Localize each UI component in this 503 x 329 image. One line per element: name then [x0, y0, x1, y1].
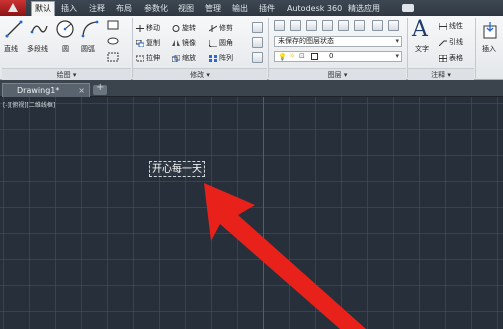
layers-panel-title[interactable]: 图层 ▾ — [269, 68, 406, 80]
insert-label: 插入 — [482, 45, 496, 53]
table-tool[interactable]: 表格 — [439, 53, 463, 64]
ribbon: 直线 多段线 圆 圆弧 绘图 ▾ 移动 旋转 修剪 复制 镜像 圆角 拉伸 缩放… — [0, 16, 503, 80]
linear-dimension-icon — [439, 23, 447, 30]
new-drawing-tab-button[interactable] — [93, 82, 107, 95]
layer-state-dropdown[interactable]: 未保存的图层状态 — [274, 36, 402, 47]
copy-icon — [136, 40, 144, 47]
polyline-icon[interactable] — [30, 20, 48, 38]
drawing-tab-label: Drawing1* — [17, 86, 60, 95]
rotate-label: 旋转 — [182, 24, 196, 32]
line-icon[interactable] — [5, 20, 23, 38]
leader-icon — [439, 40, 447, 46]
layer-icon[interactable] — [338, 20, 349, 31]
fillet-tool[interactable]: 圆角 — [209, 38, 233, 49]
circle-label: 圆 — [62, 45, 69, 53]
line-label: 直线 — [4, 45, 18, 53]
mirror-icon — [172, 40, 180, 46]
arc-label: 圆弧 — [81, 45, 95, 53]
array-label: 阵列 — [219, 54, 233, 62]
menu-bar: 默认 插入 注释 布局 参数化 视图 管理 输出 插件 Autodesk 360… — [0, 0, 503, 16]
text-big-icon[interactable]: A — [412, 18, 428, 42]
copy-tool[interactable]: 复制 — [136, 38, 160, 49]
layer-properties-icon[interactable] — [274, 20, 285, 31]
trim-tool[interactable]: 修剪 — [209, 23, 233, 34]
erase-icon[interactable] — [252, 22, 263, 33]
tab-parametric[interactable]: 参数化 — [141, 2, 171, 16]
table-icon — [439, 55, 447, 62]
explode-icon[interactable] — [252, 37, 263, 48]
stretch-label: 拉伸 — [146, 54, 160, 62]
tab-autodesk-360[interactable]: Autodesk 360 — [284, 2, 345, 16]
application-menu-button[interactable] — [0, 0, 26, 16]
array-icon — [209, 55, 217, 62]
layer-icon[interactable] — [354, 20, 365, 31]
sun-icon: ☼ — [289, 52, 296, 60]
scale-label: 缩放 — [182, 54, 196, 62]
mirror-label: 镜像 — [182, 39, 196, 47]
tab-layout[interactable]: 布局 — [113, 2, 135, 16]
arc-icon[interactable] — [81, 20, 99, 38]
tab-output[interactable]: 输出 — [229, 2, 251, 16]
scale-icon — [172, 55, 180, 62]
stretch-tool[interactable]: 拉伸 — [136, 53, 160, 64]
tab-insert[interactable]: 插入 — [58, 2, 80, 16]
text-label: 文字 — [415, 45, 429, 53]
modify-panel-title[interactable]: 修改 ▾ — [133, 68, 267, 80]
tab-view[interactable]: 视图 — [175, 2, 197, 16]
scale-tool[interactable]: 缩放 — [172, 53, 196, 64]
close-icon[interactable]: × — [78, 84, 85, 97]
tab-default[interactable]: 默认 — [31, 1, 55, 16]
tab-plugins[interactable]: 插件 — [256, 2, 278, 16]
current-layer-label: 0 — [329, 52, 334, 60]
array-tool[interactable]: 阵列 — [209, 53, 233, 64]
layer-icon[interactable] — [388, 20, 399, 31]
red-arrow-annotation — [204, 183, 366, 329]
copy-label: 复制 — [146, 39, 160, 47]
leader-tool[interactable]: 引线 — [439, 37, 463, 48]
trim-icon — [209, 25, 217, 32]
offset-icon[interactable] — [252, 52, 263, 63]
rotate-tool[interactable]: 旋转 — [172, 23, 196, 34]
bulb-icon: 💡 — [278, 53, 287, 61]
fillet-label: 圆角 — [219, 39, 233, 47]
leader-label: 引线 — [449, 38, 463, 46]
rotate-icon — [172, 25, 180, 32]
arrow-shape — [204, 183, 366, 329]
file-tab-bar: Drawing1* × — [0, 80, 503, 97]
layer-icon[interactable] — [372, 20, 383, 31]
layer-icon[interactable] — [290, 20, 301, 31]
layer-icon[interactable] — [322, 20, 333, 31]
linear-dimension-tool[interactable]: 线性 — [439, 21, 463, 32]
mirror-tool[interactable]: 镜像 — [172, 38, 196, 49]
color-swatch-icon — [311, 53, 318, 60]
trim-label: 修剪 — [219, 24, 233, 32]
layer-icon[interactable] — [306, 20, 317, 31]
annotation-panel-title[interactable]: 注释 ▾ — [408, 68, 474, 80]
tab-manage[interactable]: 管理 — [202, 2, 224, 16]
current-layer-dropdown[interactable]: 💡 ☼ ⊡ 0 — [274, 51, 402, 62]
linear-label: 线性 — [449, 22, 463, 30]
tab-featured-apps[interactable]: 精选应用 — [345, 2, 383, 16]
move-icon — [136, 25, 144, 32]
ribbon-toggle-icon[interactable] — [402, 4, 414, 12]
lock-icon: ⊡ — [299, 52, 305, 60]
drawing-canvas[interactable]: [-][俯视][二维线框] 开心每一天 — [0, 97, 503, 329]
drawing-tab[interactable]: Drawing1* × — [2, 83, 90, 97]
polyline-label: 多段线 — [27, 45, 48, 53]
circle-icon[interactable] — [55, 19, 75, 39]
fillet-icon — [209, 40, 217, 47]
move-tool[interactable]: 移动 — [136, 23, 160, 34]
draw-panel-title[interactable]: 绘图 ▾ — [2, 68, 131, 80]
move-label: 移动 — [146, 24, 160, 32]
insert-block-icon[interactable] — [482, 22, 500, 40]
tab-annotate[interactable]: 注释 — [86, 2, 108, 16]
panel-separator — [475, 18, 476, 78]
draw-small-tools-icon[interactable] — [107, 19, 123, 65]
stretch-icon — [136, 55, 144, 62]
table-label: 表格 — [449, 54, 463, 62]
